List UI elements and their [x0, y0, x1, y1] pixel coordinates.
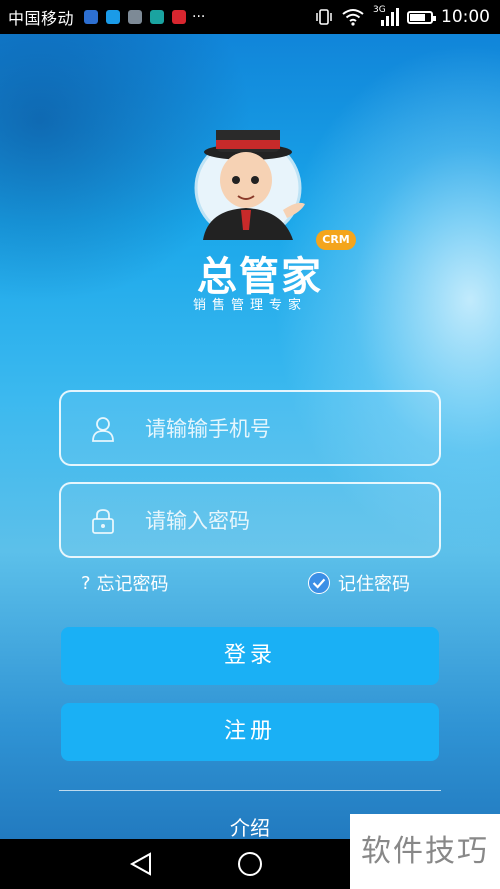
gallery-icon: [128, 10, 143, 24]
register-button[interactable]: 注册: [61, 703, 439, 761]
status-bar: 中国移动 ··· 3G 10:00: [0, 0, 500, 34]
back-icon[interactable]: [128, 851, 154, 877]
password-field[interactable]: [59, 482, 441, 558]
phone-input[interactable]: [143, 392, 427, 466]
remember-password-toggle[interactable]: 记住密码: [308, 570, 410, 596]
mascot-logo: [194, 130, 305, 240]
app-notification-icon: [84, 10, 99, 24]
clock: 10:00: [441, 7, 490, 27]
message-icon: [106, 10, 121, 24]
vibrate-icon: [316, 9, 332, 25]
huawei-icon: [172, 10, 187, 24]
login-button[interactable]: 登录: [61, 627, 439, 685]
battery-icon: [407, 10, 436, 24]
checkmark-icon[interactable]: [308, 572, 330, 594]
carrier-label: 中国移动: [8, 9, 75, 28]
intro-link[interactable]: 介绍: [200, 812, 300, 841]
shield-icon: [150, 10, 165, 24]
crm-badge: CRM: [316, 230, 356, 250]
user-icon: [92, 417, 114, 442]
watermark: 软件技巧: [350, 814, 500, 889]
notification-icons: [84, 10, 187, 24]
remember-password-label: 记住密码: [338, 574, 410, 595]
signal-icon: 3G: [373, 5, 399, 27]
home-icon[interactable]: [237, 851, 263, 877]
brand-tagline: 销售管理专家: [192, 298, 307, 313]
wifi-icon: [342, 9, 364, 26]
more-notifications: ···: [192, 9, 206, 25]
password-input[interactable]: [143, 484, 427, 558]
phone-field[interactable]: [59, 390, 441, 466]
lock-icon: [92, 509, 114, 534]
login-options: ? 忘记密码 记住密码: [0, 570, 500, 596]
divider: [59, 790, 441, 791]
forgot-password-label: 忘记密码: [96, 574, 169, 595]
forgot-password-link[interactable]: ? 忘记密码: [81, 570, 169, 596]
question-icon: ?: [81, 572, 91, 594]
